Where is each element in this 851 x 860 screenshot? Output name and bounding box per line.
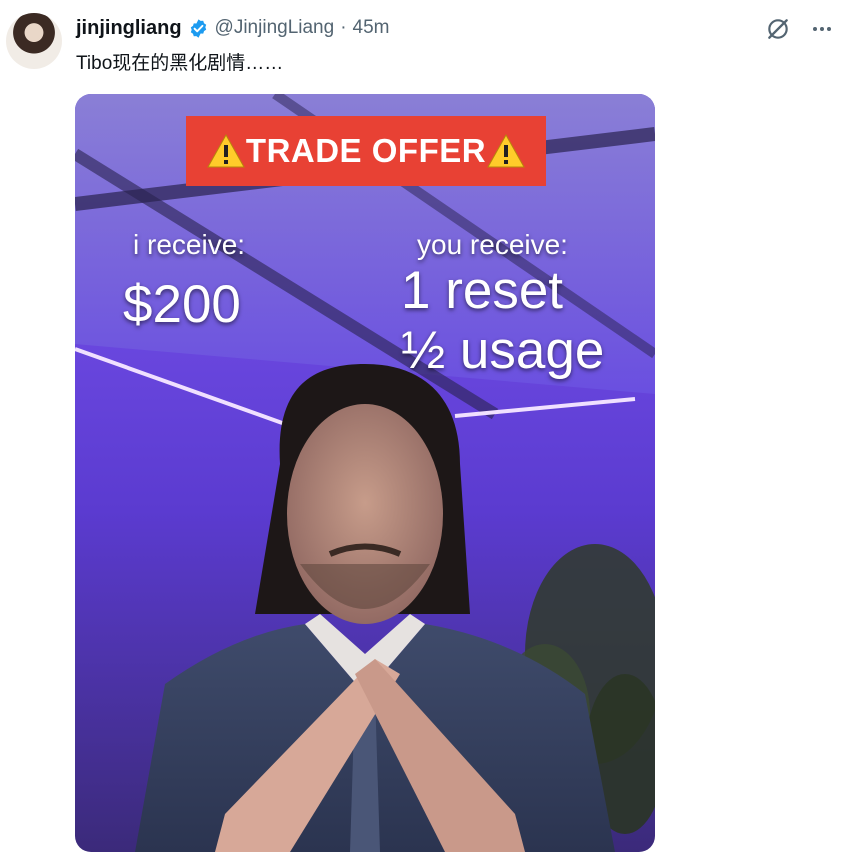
avatar[interactable] <box>6 13 62 69</box>
display-name[interactable]: jinjingliang <box>76 17 182 40</box>
trade-offer-banner: TRADE OFFER <box>186 116 546 186</box>
i-receive-label: i receive: <box>133 229 246 260</box>
more-icon[interactable] <box>807 14 837 44</box>
you-receive-line-1: 1 reset <box>401 261 564 320</box>
i-receive-value: $200 <box>123 275 241 334</box>
user-handle[interactable]: @JinjingLiang <box>215 17 335 39</box>
tweet-header: jinjingliang @JinjingLiang · 45m <box>76 14 389 42</box>
trade-offer-title: TRADE OFFER <box>245 132 487 169</box>
led-strip <box>75 347 286 426</box>
separator-dot: · <box>340 17 347 38</box>
warning-icon <box>486 133 526 169</box>
meme-photo <box>75 94 655 852</box>
you-receive-line-2: ½ usage <box>401 321 605 380</box>
grok-icon[interactable] <box>763 14 793 44</box>
verified-badge-icon <box>188 18 209 39</box>
you-receive-label: you receive: <box>417 229 568 260</box>
tweet-text: Tibo现在的黑化剧情…… <box>76 53 284 74</box>
tweet-top-actions <box>763 14 837 44</box>
timestamp[interactable]: 45m <box>353 17 390 39</box>
warning-icon <box>206 133 246 169</box>
tweet-media-image[interactable]: TRADE OFFER i receive: $200 you receive:… <box>75 94 655 852</box>
